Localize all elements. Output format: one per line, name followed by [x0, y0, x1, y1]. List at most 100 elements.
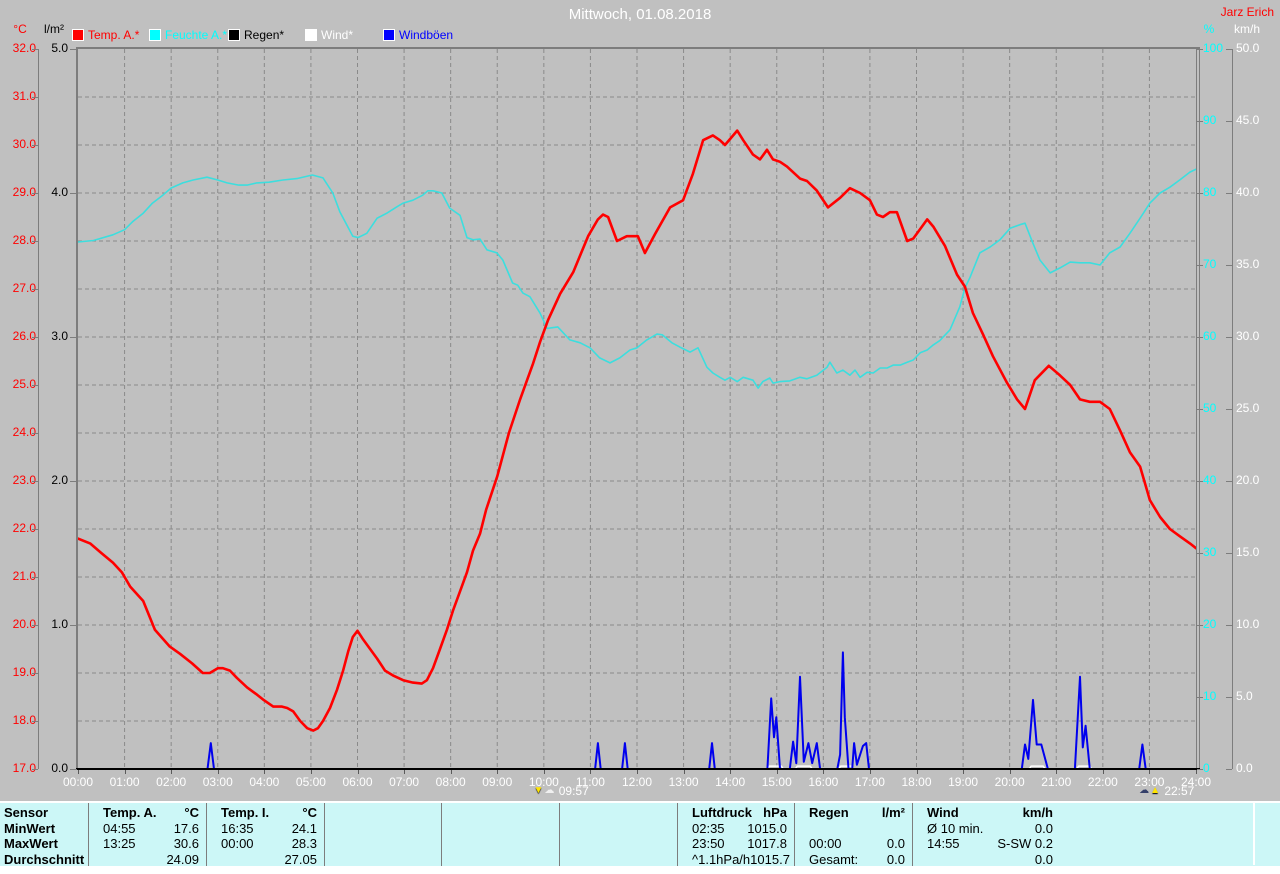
cell-value: 1015.7	[750, 852, 790, 867]
hour-label: 08:00	[435, 775, 466, 789]
windspeed-tick-label: 40.0	[1236, 185, 1260, 199]
legend-label: Feuchte A.*	[165, 28, 228, 42]
hour-tick	[497, 770, 498, 774]
table-column-header: Temp. A. °C	[89, 805, 207, 820]
cell-value: 28.3	[291, 836, 317, 851]
rain-tick-label: 0.0	[51, 761, 68, 775]
table-cell-row	[442, 821, 560, 836]
legend-item-1: Feuchte A.*	[149, 28, 228, 42]
axis-unit-rain: l/m²	[44, 22, 64, 36]
hour-tick	[1010, 770, 1011, 774]
legend-swatch-icon	[383, 29, 395, 41]
axis-tick	[70, 193, 77, 194]
hour-label: 06:00	[342, 775, 373, 789]
legend-swatch-icon	[149, 29, 161, 41]
table-cell-row: 13:25 30.6	[89, 836, 207, 851]
chart-plot-area[interactable]	[78, 49, 1196, 769]
axis-tick	[70, 769, 77, 770]
cell-time	[215, 852, 221, 867]
rain-tick-label: 5.0	[51, 41, 68, 55]
windspeed-tick-label: 50.0	[1236, 41, 1260, 55]
windspeed-tick-label: 20.0	[1236, 473, 1260, 487]
cell-time	[568, 821, 574, 836]
axis-tick	[1197, 697, 1203, 698]
axis-tick	[1197, 553, 1203, 554]
table-column-header	[325, 805, 442, 820]
night-cloud-icon: ☁	[1139, 785, 1150, 796]
windspeed-tick-label: 0.0	[1236, 761, 1253, 775]
hour-label: 03:00	[202, 775, 233, 789]
cell-value: 1017.8	[747, 836, 787, 851]
windspeed-tick-label: 10.0	[1236, 617, 1260, 631]
axis-tick	[32, 145, 38, 146]
column-name: Temp. I.	[221, 805, 270, 820]
table-cell-row	[560, 821, 678, 836]
axis-tick	[32, 721, 38, 722]
cell-value: 24.1	[291, 821, 317, 836]
legend-item-2: Regen*	[228, 28, 285, 42]
chart-canvas	[78, 49, 1196, 769]
cell-time	[333, 836, 339, 851]
table-cell-row	[325, 836, 442, 851]
table-cell-row: 00:00 0.0	[795, 836, 913, 851]
cell-value: 0.0	[886, 836, 905, 851]
hour-label: 07:00	[389, 775, 420, 789]
column-unit: °C	[302, 805, 317, 820]
axis-tick	[1197, 337, 1203, 338]
cell-time: 16:35	[221, 821, 254, 836]
hour-tick	[264, 770, 265, 774]
table-cell-row: Gesamt: 0.0	[795, 852, 913, 867]
hour-tick	[311, 770, 312, 774]
axis-tick	[32, 193, 38, 194]
axis-tick	[70, 337, 77, 338]
hour-tick	[1103, 770, 1104, 774]
cell-time	[333, 821, 339, 836]
axis-tick	[1226, 121, 1232, 122]
axis-tick	[32, 529, 38, 530]
table-column-luftdruck: Luftdruck hPa 02:35 1015.0 23:50 1017.8 ^1.1hP…	[677, 803, 795, 867]
hour-tick	[404, 770, 405, 774]
table-column-header	[560, 805, 678, 820]
axis-tick	[1226, 697, 1232, 698]
axis-tick	[1226, 769, 1232, 770]
hour-label: 15:00	[761, 775, 792, 789]
table-column-empty-4	[559, 803, 678, 866]
plot-border-right	[1196, 47, 1197, 769]
cell-time: 04:55	[103, 821, 136, 836]
plot-border-top	[76, 47, 1200, 49]
hour-label: 17:00	[854, 775, 885, 789]
x-axis-line	[76, 768, 1200, 770]
hour-label: 16:00	[808, 775, 839, 789]
hour-label: 14:00	[715, 775, 746, 789]
windspeed-tick-label: 30.0	[1236, 329, 1260, 343]
time-marker-0957: ▼ ☁ 09:57	[534, 784, 589, 798]
cell-value: 30.6	[173, 836, 199, 851]
hour-label: 05:00	[295, 775, 326, 789]
table-cell-row: 16:35 24.1	[207, 821, 325, 836]
axis-tick	[32, 289, 38, 290]
time-marker-2257: ☁ ▲ 22:57	[1139, 784, 1194, 798]
table-column-header: Luftdruck hPa	[678, 805, 795, 820]
table-cell-row: 24.09	[89, 852, 207, 867]
column-name: Wind	[927, 805, 959, 820]
table-cell-row: 04:55 17.6	[89, 821, 207, 836]
table-cell-row	[325, 852, 442, 867]
hour-tick	[590, 770, 591, 774]
legend-swatch-icon	[228, 29, 240, 41]
plot-border-left	[76, 47, 78, 769]
cell-time: 23:50	[692, 836, 725, 851]
table-cell-row: 00:00 28.3	[207, 836, 325, 851]
windspeed-tick-label: 25.0	[1236, 401, 1260, 415]
summary-table: Sensor MinWert MaxWert Durchschnitt Temp. A.…	[0, 801, 1280, 867]
table-cell-row: Ø 10 min. 0.0	[913, 821, 1061, 836]
table-cell-row: 27.05	[207, 852, 325, 867]
axis-tick	[32, 337, 38, 338]
legend-label: Regen*	[244, 28, 285, 42]
hour-tick	[1149, 770, 1150, 774]
table-cell-row	[442, 852, 560, 867]
hour-tick	[777, 770, 778, 774]
axis-tick	[32, 481, 38, 482]
cell-time: Gesamt:	[809, 852, 859, 867]
axis-unit-humidity: %	[1203, 22, 1215, 36]
axis-unit-wind: km/h	[1234, 22, 1261, 36]
